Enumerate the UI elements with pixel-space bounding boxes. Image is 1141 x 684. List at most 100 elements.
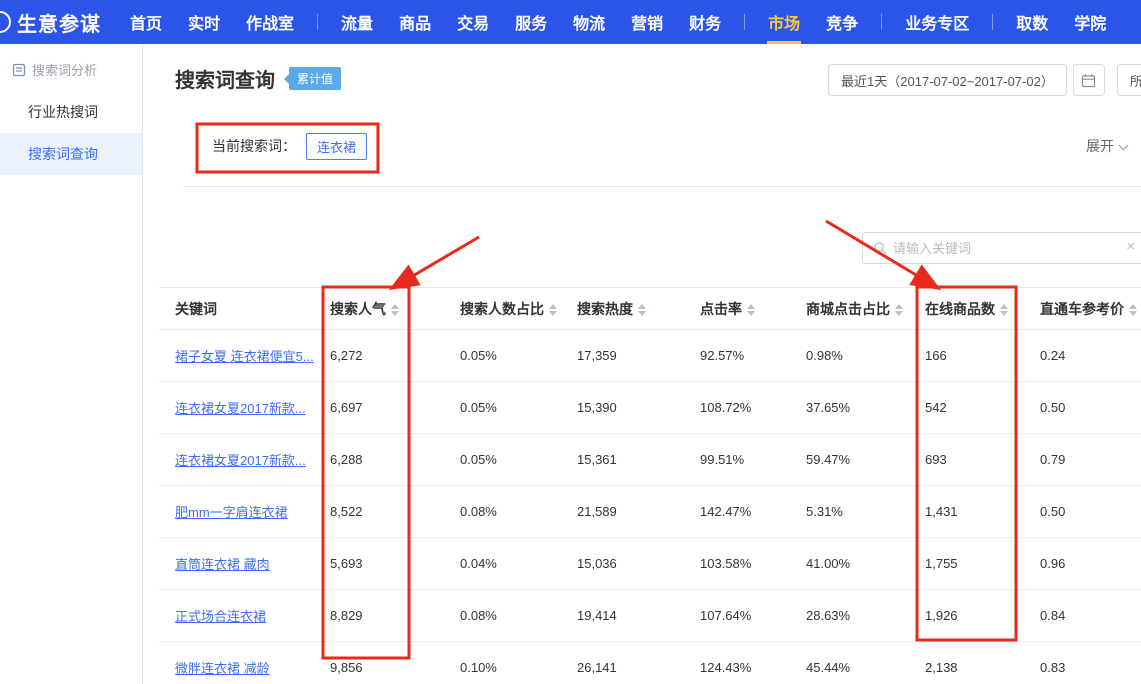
- cell-online-products: 693: [909, 434, 1024, 486]
- cell-mall-click-ratio: 59.47%: [790, 434, 909, 486]
- col-header-mall-click-ratio[interactable]: 商城点击占比: [790, 288, 909, 330]
- cell-searcher-ratio: 0.05%: [444, 382, 561, 434]
- sort-icon[interactable]: [391, 304, 399, 316]
- cell-search-heat: 19,414: [561, 590, 684, 642]
- col-header-keyword: 关键词: [159, 288, 314, 330]
- keyword-link[interactable]: 正式场合连衣裙: [159, 590, 314, 642]
- col-header-click-rate[interactable]: 点击率: [684, 288, 790, 330]
- date-filter-group: 最近1天（2017-07-02~2017-07-02） 所有终端: [828, 64, 1141, 96]
- keyword-link[interactable]: 肥mm一字肩连衣裙: [159, 486, 314, 538]
- cell-click-rate: 99.51%: [684, 434, 790, 486]
- top-nav: 生意参谋 首页 实时 作战室 流量 商品 交易 服务 物流 营销 财务 市场 竞…: [0, 0, 1141, 44]
- main-content: 搜索词查询 累计值 最近1天（2017-07-02~2017-07-02） 所有…: [143, 44, 1141, 684]
- cell-mall-click-ratio: 41.00%: [790, 538, 909, 590]
- calendar-button[interactable]: [1073, 64, 1105, 96]
- cell-searcher-ratio: 0.05%: [444, 330, 561, 382]
- nav-item-academy[interactable]: 学院: [1061, 0, 1119, 44]
- table-row: 连衣裙女夏2017新款... 6,697 0.05% 15,390 108.72…: [159, 382, 1141, 434]
- col-header-search-popularity[interactable]: 搜索人气: [314, 288, 444, 330]
- sort-icon[interactable]: [549, 304, 557, 316]
- keyword-link[interactable]: 裙子女夏 连衣裙便宜5...: [159, 330, 314, 382]
- cell-search-heat: 15,361: [561, 434, 684, 486]
- sort-icon[interactable]: [1129, 304, 1137, 316]
- nav-item-war-room[interactable]: 作战室: [233, 0, 307, 44]
- nav-item-business-zone[interactable]: 业务专区: [892, 0, 982, 44]
- cell-online-products: 2,138: [909, 642, 1024, 684]
- expand-toggle[interactable]: 展开: [1086, 136, 1127, 156]
- terminal-label: 所有终端: [1130, 71, 1141, 90]
- search-icon: [873, 241, 887, 255]
- cell-online-products: 1,926: [909, 590, 1024, 642]
- nav-item-marketing[interactable]: 营销: [618, 0, 676, 44]
- keyword-search-box: ×: [862, 232, 1141, 264]
- keyword-link[interactable]: 连衣裙女夏2017新款...: [159, 382, 314, 434]
- nav-item-data-extract[interactable]: 取数: [1003, 0, 1061, 44]
- table-row: 肥mm一字肩连衣裙 8,522 0.08% 21,589 142.47% 5.3…: [159, 486, 1141, 538]
- cell-mall-click-ratio: 0.98%: [790, 330, 909, 382]
- sort-icon[interactable]: [1000, 304, 1008, 316]
- table-row: 直筒连衣裙 藏肉 5,693 0.04% 15,036 103.58% 41.0…: [159, 538, 1141, 590]
- nav-item-finance[interactable]: 财务: [676, 0, 734, 44]
- nav-item-realtime[interactable]: 实时: [175, 0, 233, 44]
- cell-search-popularity: 5,693: [314, 538, 444, 590]
- date-range-selector[interactable]: 最近1天（2017-07-02~2017-07-02）: [828, 64, 1067, 96]
- cell-ztc-ref-price: 0.96: [1024, 538, 1141, 590]
- nav-item-competition[interactable]: 竞争: [813, 0, 871, 44]
- keyword-link[interactable]: 直筒连衣裙 藏肉: [159, 538, 314, 590]
- col-header-ztc-ref-price[interactable]: 直通车参考价: [1024, 288, 1141, 330]
- sidebar-item-industry-hot-words[interactable]: 行业热搜词: [0, 91, 142, 133]
- nav-item-trade[interactable]: 交易: [444, 0, 502, 44]
- cell-online-products: 166: [909, 330, 1024, 382]
- cell-click-rate: 142.47%: [684, 486, 790, 538]
- cell-click-rate: 124.43%: [684, 642, 790, 684]
- nav-item-home[interactable]: 首页: [117, 0, 175, 44]
- cell-searcher-ratio: 0.08%: [444, 486, 561, 538]
- cell-search-heat: 15,036: [561, 538, 684, 590]
- logo-text: 生意参谋: [17, 8, 101, 37]
- cell-search-heat: 21,589: [561, 486, 684, 538]
- cell-searcher-ratio: 0.10%: [444, 642, 561, 684]
- terminal-selector[interactable]: 所有终端: [1117, 64, 1141, 96]
- keyword-link[interactable]: 微胖连衣裙 减龄: [159, 642, 314, 684]
- app-logo[interactable]: 生意参谋: [0, 8, 101, 37]
- current-keyword-tag[interactable]: 连衣裙: [306, 133, 367, 160]
- search-input[interactable]: [893, 241, 1131, 256]
- cell-search-heat: 26,141: [561, 642, 684, 684]
- cell-mall-click-ratio: 28.63%: [790, 590, 909, 642]
- sidebar-section-label: 搜索词分析: [32, 60, 97, 79]
- cell-ztc-ref-price: 0.50: [1024, 382, 1141, 434]
- nav-item-traffic[interactable]: 流量: [328, 0, 386, 44]
- nav-divider: [744, 14, 745, 30]
- cell-mall-click-ratio: 37.65%: [790, 382, 909, 434]
- cell-online-products: 1,755: [909, 538, 1024, 590]
- cumulative-value-badge: 累计值: [289, 67, 341, 90]
- col-header-searcher-ratio[interactable]: 搜索人数占比: [444, 288, 561, 330]
- cell-online-products: 1,431: [909, 486, 1024, 538]
- cell-search-heat: 15,390: [561, 382, 684, 434]
- nav-item-service[interactable]: 服务: [502, 0, 560, 44]
- sidebar-item-search-word-query[interactable]: 搜索词查询: [0, 133, 142, 175]
- cell-ztc-ref-price: 0.24: [1024, 330, 1141, 382]
- cell-search-popularity: 8,829: [314, 590, 444, 642]
- cell-click-rate: 107.64%: [684, 590, 790, 642]
- nav-item-market[interactable]: 市场: [755, 0, 813, 44]
- sort-icon[interactable]: [895, 304, 903, 316]
- page-title-row: 搜索词查询 累计值: [175, 64, 341, 93]
- col-header-search-heat[interactable]: 搜索热度: [561, 288, 684, 330]
- cell-click-rate: 108.72%: [684, 382, 790, 434]
- nav-item-product[interactable]: 商品: [386, 0, 444, 44]
- sidebar-section-search-analysis[interactable]: 搜索词分析: [0, 44, 142, 91]
- current-search-row: 当前搜索词： 连衣裙: [212, 130, 367, 162]
- col-header-online-products[interactable]: 在线商品数: [909, 288, 1024, 330]
- keyword-link[interactable]: 连衣裙女夏2017新款...: [159, 434, 314, 486]
- nav-item-logistics[interactable]: 物流: [560, 0, 618, 44]
- cell-ztc-ref-price: 0.84: [1024, 590, 1141, 642]
- cell-click-rate: 92.57%: [684, 330, 790, 382]
- clear-search-icon[interactable]: ×: [1126, 238, 1135, 255]
- cell-search-heat: 17,359: [561, 330, 684, 382]
- cell-search-popularity: 9,856: [314, 642, 444, 684]
- sort-icon[interactable]: [747, 304, 755, 316]
- chevron-down-icon: [1119, 141, 1129, 151]
- cell-mall-click-ratio: 45.44%: [790, 642, 909, 684]
- sort-icon[interactable]: [638, 304, 646, 316]
